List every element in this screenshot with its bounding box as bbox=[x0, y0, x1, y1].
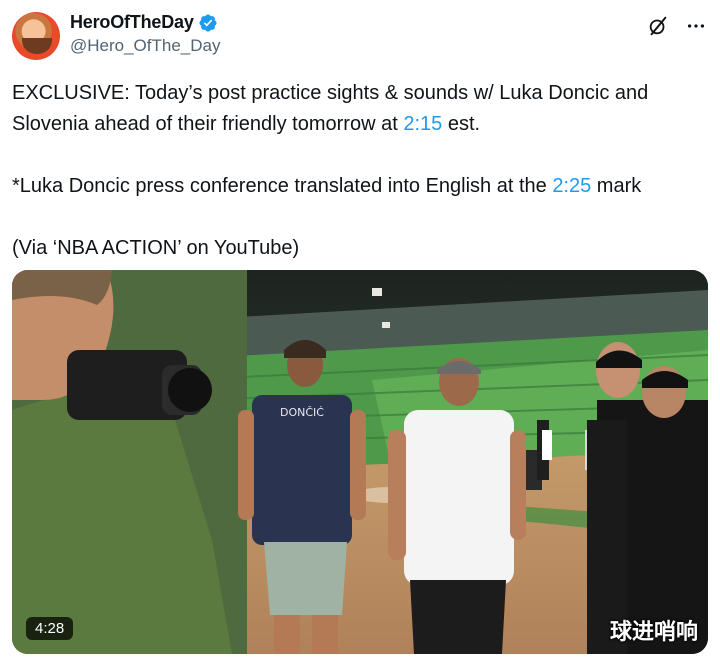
more-dots-glyph bbox=[687, 24, 705, 28]
grok-slash-icon[interactable] bbox=[646, 14, 670, 38]
author-name-row: HeroOfTheDay bbox=[70, 12, 218, 33]
tweet-header: HeroOfTheDay @Hero_OfThe_Day bbox=[12, 10, 708, 64]
tweet-text-segment: mark bbox=[591, 175, 642, 197]
jersey-name: DONČIĆ bbox=[280, 406, 324, 419]
tweet-paragraph-3: (Via ‘NBA ACTION’ on YouTube) bbox=[12, 237, 300, 259]
watermark: 球进哨响 bbox=[609, 619, 698, 644]
header-actions bbox=[646, 14, 708, 38]
tweet-paragraph-2: *Luka Doncic press conference translated… bbox=[12, 171, 700, 202]
video-player[interactable]: DONČIĆ 4:28 球进哨响 bbox=[12, 270, 708, 654]
tweet-text-segment: est. bbox=[442, 113, 481, 135]
avatar[interactable] bbox=[12, 12, 60, 60]
video-frame: DONČIĆ bbox=[12, 270, 708, 654]
timestamp-link-215[interactable]: 2:15 bbox=[403, 113, 442, 135]
display-name[interactable]: HeroOfTheDay bbox=[70, 12, 194, 33]
tweet-text-segment: *Luka Doncic press conference translated… bbox=[12, 175, 553, 197]
tweet-paragraph-1: EXCLUSIVE: Today’s post practice sights … bbox=[12, 78, 700, 140]
tweet-text: EXCLUSIVE: Today’s post practice sights … bbox=[12, 78, 700, 295]
author-handle[interactable]: @Hero_OfThe_Day bbox=[70, 36, 221, 56]
timestamp-link-225[interactable]: 2:25 bbox=[552, 175, 591, 197]
verified-badge-icon bbox=[199, 13, 217, 32]
more-dots-icon[interactable] bbox=[684, 14, 708, 38]
video-duration-badge: 4:28 bbox=[26, 617, 74, 640]
grok-slash-glyph bbox=[649, 16, 667, 36]
tweet-text-segment: EXCLUSIVE: Today’s post practice sights … bbox=[12, 82, 649, 135]
